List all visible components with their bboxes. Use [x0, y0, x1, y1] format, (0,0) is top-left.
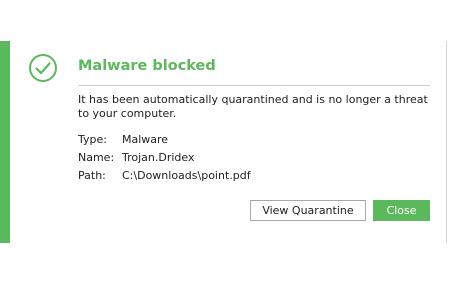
name-label: Name:	[78, 151, 115, 164]
detail-path: Path: C:\Downloads\point.pdf	[78, 169, 251, 182]
dialog-title: Malware blocked	[78, 58, 216, 74]
dialog-border	[446, 41, 447, 243]
malware-blocked-dialog: Malware blocked It has been automaticall…	[0, 41, 450, 243]
name-value: Trojan.Dridex	[122, 151, 195, 164]
detail-name: Name: Trojan.Dridex	[78, 151, 195, 164]
dialog-message: It has been automatically quarantined an…	[78, 93, 428, 120]
type-label: Type:	[78, 133, 107, 146]
checkmark-circle-icon	[29, 54, 57, 82]
view-quarantine-button[interactable]: View Quarantine	[250, 200, 366, 221]
accent-bar	[0, 41, 10, 243]
close-button[interactable]: Close	[373, 200, 430, 221]
title-divider	[78, 85, 430, 86]
path-value: C:\Downloads\point.pdf	[122, 169, 251, 182]
type-value: Malware	[122, 133, 169, 146]
path-label: Path:	[78, 169, 106, 182]
detail-type: Type: Malware	[78, 133, 168, 146]
